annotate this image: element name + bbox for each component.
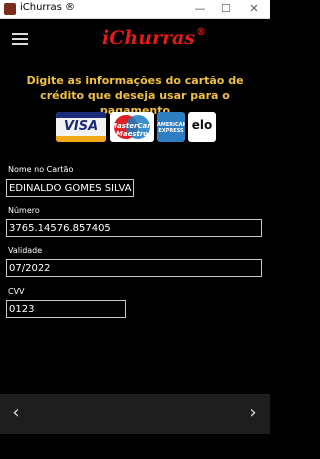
card-number-field[interactable]: 3765.14576.857405 bbox=[6, 219, 262, 237]
elo-card-logo: elo bbox=[188, 112, 216, 142]
maestro-card-logo: MasterCard Maestro bbox=[110, 112, 154, 142]
expiry-label: Validade bbox=[8, 246, 43, 255]
minimize-icon[interactable]: — bbox=[188, 1, 212, 17]
cvv-field[interactable]: 0123 bbox=[6, 300, 126, 318]
card-number-label: Número bbox=[8, 206, 40, 215]
maximize-icon[interactable]: ☐ bbox=[214, 1, 238, 17]
chevron-right-icon[interactable]: › bbox=[245, 403, 261, 423]
window-titlebar: iChurras ® — ☐ ✕ bbox=[0, 0, 270, 19]
app-icon bbox=[4, 3, 16, 15]
accepted-cards: VISA MasterCard Maestro AMERICAN EXPRESS… bbox=[56, 112, 216, 142]
card-name-field[interactable]: EDINALDO GOMES SILVA bbox=[6, 179, 134, 197]
amex-card-logo: AMERICAN EXPRESS bbox=[157, 112, 185, 142]
chevron-left-icon[interactable]: ‹ bbox=[8, 403, 24, 423]
bottom-navigation-bar: ‹ › bbox=[0, 394, 270, 434]
visa-card-logo: VISA bbox=[56, 112, 106, 142]
brand-name: iChurras bbox=[102, 27, 195, 49]
card-name-label: Nome no Cartão bbox=[8, 165, 74, 174]
expiry-field[interactable]: 07/2022 bbox=[6, 259, 262, 277]
brand-logo: iChurras® bbox=[102, 27, 206, 49]
hamburger-icon[interactable] bbox=[12, 33, 28, 45]
close-icon[interactable]: ✕ bbox=[242, 1, 266, 17]
app-header: iChurras® bbox=[0, 19, 270, 57]
cvv-label: CVV bbox=[8, 287, 25, 296]
bottom-spacer bbox=[0, 434, 270, 459]
brand-registered-mark: ® bbox=[196, 27, 206, 38]
window-title: iChurras ® bbox=[20, 2, 75, 13]
